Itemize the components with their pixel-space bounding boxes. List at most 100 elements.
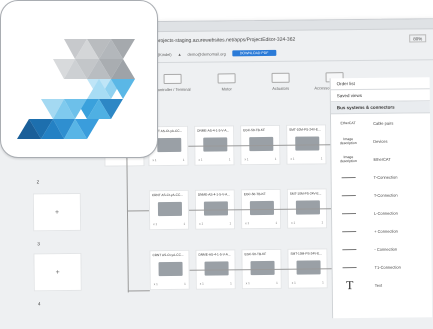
screenshot-stage: ...myprojects-staging.azurewebsites.net/… (0, 0, 433, 329)
component-footer: x 1 1 (198, 157, 230, 161)
component-unit: 1 (182, 157, 185, 162)
component-footer: x 1 1 (291, 220, 323, 224)
component-footer: x 1 1 (154, 282, 186, 286)
component-qty[interactable]: x 1 (244, 157, 248, 161)
component-qty[interactable]: x 1 (153, 222, 157, 226)
component-label: SMT-10M-PS-24V-E... (290, 251, 322, 256)
panel-item[interactable]: EtherCAT Cable pairs (331, 113, 430, 132)
panel-item-label: - Connection (374, 246, 398, 252)
component-label: DNME-AS-4-1-5-V-A... (197, 128, 230, 133)
panel-item[interactable]: T-Connection (332, 167, 431, 186)
panel-item-label: Devices (373, 138, 388, 144)
image-icon: Image description (339, 137, 357, 146)
panel-item[interactable]: T Text (333, 275, 432, 294)
info-icon: ▲ (177, 51, 182, 57)
tab-bus-systems[interactable]: Bus systems & connectors (330, 101, 430, 115)
image-icon: Image description (339, 155, 357, 164)
download-pdf-button[interactable]: DOWNLOAD PDF (231, 49, 277, 57)
component-qty[interactable]: x 1 (246, 281, 250, 285)
connector-icon (341, 176, 356, 178)
connector-icon (342, 266, 357, 268)
component-image (158, 261, 183, 277)
component-card[interactable]: CRNT AS-Ct-yA-CC... x 1 1 (148, 189, 190, 231)
app-logo-icon (17, 39, 135, 139)
add-row-button[interactable]: + (33, 252, 82, 292)
component-qty[interactable]: x 1 (199, 222, 203, 226)
panel-item-label: Text (374, 282, 383, 288)
component-label: CRNT AS-Ct-yA-CC... (151, 192, 183, 198)
panel-item[interactable]: Image description EtherCAT (331, 149, 430, 168)
component-qty[interactable]: x 1 (291, 221, 295, 225)
controller-icon (163, 73, 182, 85)
component-qty[interactable]: x 1 (292, 281, 296, 285)
url-text[interactable]: ...myprojects-staging.azurewebsites.net/… (145, 36, 373, 45)
add-row-button[interactable]: + (32, 192, 82, 232)
panel-item[interactable]: - Connection (332, 239, 431, 258)
component-unit: 1 (320, 156, 323, 161)
category-label: Motor (221, 86, 232, 92)
category-label: Controller / Terminal (154, 86, 191, 93)
component-footer: x 1 1 (292, 280, 324, 284)
text-tool-icon: T (346, 277, 354, 292)
app-logo-tile (0, 0, 158, 158)
account-email[interactable]: demo@demomail.org (188, 51, 226, 56)
app-info-bar: Admin (Kindel) ▲ demo@demomail.org DOWNL… (145, 49, 277, 58)
row-number: 3 (37, 241, 40, 247)
panel-item[interactable]: L-Connection (332, 203, 431, 222)
component-label: DNME-AS-4-1-5-V-A... (197, 192, 230, 197)
connector-line (127, 290, 150, 292)
connector-line (126, 210, 149, 212)
row-number: 4 (37, 301, 41, 307)
panel-item-label: Cable pairs (373, 120, 394, 126)
component-qty[interactable]: x 1 (200, 282, 204, 286)
component-unit: 1 (322, 280, 324, 285)
component-unit: 1 (228, 157, 231, 162)
component-qty[interactable]: x 1 (154, 282, 158, 286)
component-label: SMT-10M-PS-24V-E... (289, 127, 321, 132)
zoom-level[interactable]: 80% (409, 34, 427, 43)
panel-item-label: L-Connection (373, 210, 398, 216)
motor-icon (217, 73, 236, 84)
panel-item[interactable]: T-Connection (332, 185, 431, 204)
panel-item-label: EtherCAT (373, 156, 391, 162)
component-footer: x 1 1 (290, 156, 322, 160)
panel-item-label: T-Connection (373, 192, 398, 198)
tab-saved-views[interactable]: Saved views (330, 89, 430, 103)
component-unit: 1 (229, 221, 232, 226)
component-unit: 1 (276, 280, 278, 285)
panel-item-label: + Connection (374, 228, 398, 234)
category-motor[interactable]: Motor (199, 67, 253, 114)
connector-line (126, 148, 129, 293)
component-label: DNME-AS-4-1-5-V-A... (198, 252, 231, 257)
component-label: EGC-50-TB-KF (243, 127, 265, 133)
category-label: Actuators (272, 85, 290, 91)
component-footer: x 1 1 (246, 281, 278, 285)
component-label: SMT-10M-PS-24V-E... (289, 191, 322, 196)
component-qty[interactable]: x 1 (290, 157, 294, 161)
address-bar[interactable]: ...myprojects-staging.azurewebsites.net/… (145, 32, 433, 46)
panel-item[interactable]: T1-Connection (332, 257, 431, 276)
component-footer: x 1 1 (244, 157, 276, 161)
component-label: EGC-50-TB-KF (244, 251, 267, 257)
actuator-icon (271, 72, 290, 83)
connector-icon (341, 194, 356, 196)
component-qty[interactable]: x 1 (198, 158, 202, 162)
component-footer: x 1 1 (199, 221, 231, 225)
tab-order-list[interactable]: Order list (330, 77, 430, 91)
component-image (157, 201, 183, 217)
component-qty[interactable]: x 1 (245, 221, 249, 225)
row-number: 2 (36, 179, 40, 185)
component-footer: x 1 1 (153, 222, 185, 226)
connector-icon (342, 212, 357, 214)
component-unit: 1 (184, 281, 186, 286)
component-card[interactable]: CRNT AS-Ct-yA-CC... x 1 1 (149, 249, 190, 291)
category-actuators[interactable]: Actuators (253, 67, 307, 114)
connector-icon (342, 230, 357, 232)
side-panel: Order list Saved views Bus systems & con… (329, 77, 433, 319)
component-unit: 1 (274, 156, 277, 161)
component-unit: 1 (321, 220, 324, 225)
component-label: CRNT AS-Ct-yA-CC... (152, 252, 184, 258)
panel-item[interactable]: + Connection (332, 221, 431, 240)
connector-icon (342, 248, 357, 250)
panel-item[interactable]: Image description Devices (331, 131, 430, 150)
